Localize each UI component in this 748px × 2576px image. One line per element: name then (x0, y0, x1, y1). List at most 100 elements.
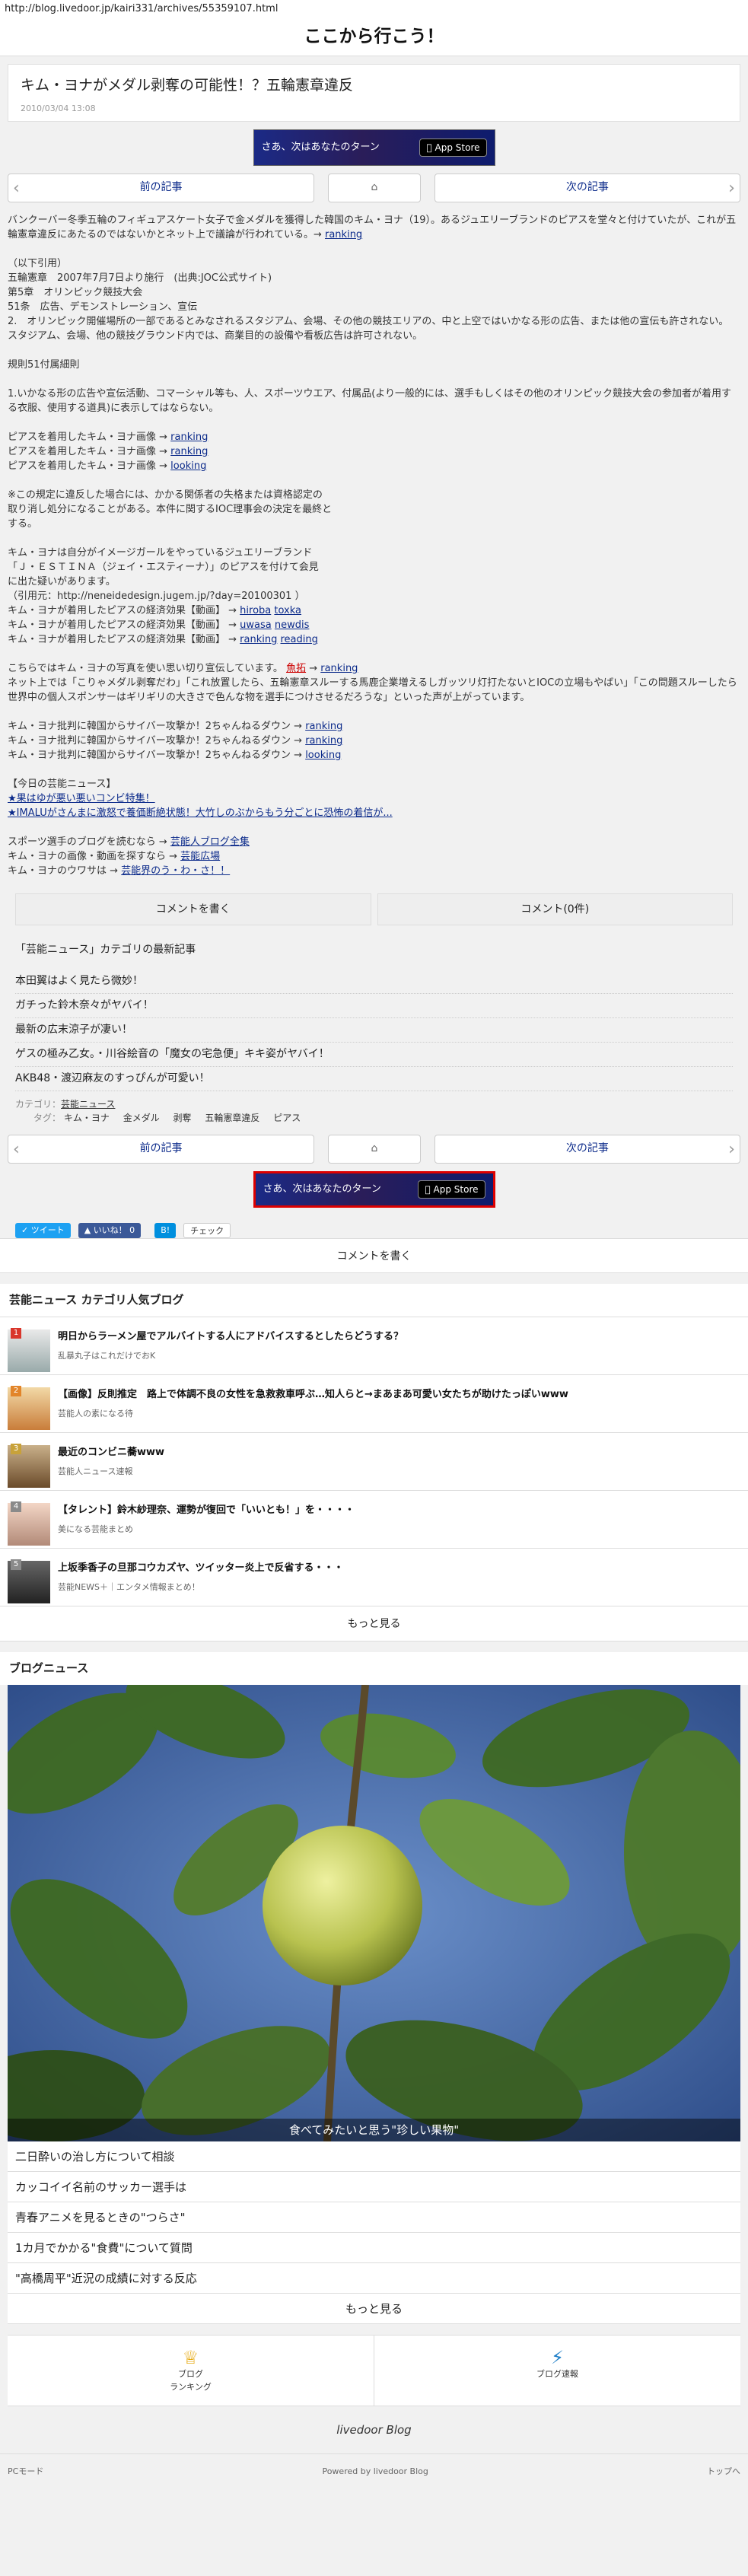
effect-link-3b[interactable]: reading (281, 634, 318, 645)
comment-count-button[interactable]: コメント(0件) (377, 893, 733, 925)
next-article-button[interactable]: 次の記事 › (434, 1134, 740, 1164)
list-item[interactable]: 二日酔いの治し方について相談 (8, 2141, 740, 2173)
site-title[interactable]: ここから行こう！ (0, 17, 748, 56)
fruit-photo (8, 1685, 740, 2142)
chevron-right-icon: › (728, 179, 735, 198)
hatena-button[interactable]: B! (154, 1222, 177, 1238)
gyotaku-link[interactable]: 魚拓 (286, 663, 306, 674)
news-photo[interactable]: 食べてみたいと思う"珍しい果物" (8, 1685, 740, 2142)
lightning-icon: ⚡ (551, 2347, 564, 2369)
today-news-link-2[interactable]: ★IMALUがさんまに激怒で養価断絶状態！大竹しのぶからもう分ごとに恐怖の着信が… (8, 807, 393, 819)
blognews-more-button[interactable]: もっと見る (8, 2294, 740, 2325)
list-item[interactable]: 3 最近のコンビニ蕎www 芸能人ニュース速報 (0, 1433, 748, 1492)
list-item[interactable]: 青春アニメを見るときの"つらさ" (8, 2202, 740, 2234)
tag[interactable]: 金メダル (123, 1113, 160, 1123)
effect-link-2a[interactable]: uwasa (240, 619, 272, 631)
list-item[interactable]: AKB48・渡辺麻友のすっぴんが可愛い！ (15, 1067, 733, 1091)
more-link-2[interactable]: 芸能広場 (180, 851, 220, 862)
today-news-link-1[interactable]: ★果はゆが悪い悪いコンビ特集！ (8, 793, 155, 804)
mixi-check-button[interactable]: チェック (183, 1222, 231, 1238)
blognews-heading: ブログニュース (0, 1652, 748, 1686)
cyber-link-3[interactable]: looking (305, 750, 341, 761)
article-body: バンクーバー冬季五輪のフィギュアスケート女子で金メダルを獲得した韓国のキム・ヨナ… (0, 205, 748, 878)
app-banner[interactable]: さあ、次はあなたのターン  App Store (253, 129, 495, 166)
list-item[interactable]: 1 明日からラーメン屋でアルバイトする人にアドバイスするとしたらどうする？ 乱暴丸子… (0, 1317, 748, 1376)
category-meta: カテゴリ：芸能ニュース タグ： キム・ヨナ 金メダル 剥奪 五輪憲章違反 ピアス (15, 1098, 301, 1124)
home-icon: ⌂ (371, 1142, 378, 1155)
list-item[interactable]: 最新の広末涼子が凄い！ (15, 1018, 733, 1043)
tweet-button[interactable]: ✓ ツイート (15, 1222, 71, 1238)
pierce-link-2[interactable]: ranking (170, 446, 208, 457)
address-bar[interactable]: http://blog.livedoor.jp/kairi331/archive… (0, 0, 748, 17)
tag[interactable]: キム・ヨナ (64, 1113, 110, 1123)
comment-buttons: コメントを書く コメント(0件) (0, 893, 748, 925)
photo-caption: 食べてみたいと思う"珍しい果物" (8, 2119, 740, 2142)
ranking-link[interactable]: ranking (325, 229, 362, 240)
effect-link-2b[interactable]: newdis (275, 619, 310, 631)
apple-icon:  (425, 1184, 430, 1195)
list-item[interactable]: 1カ月でかかる"食費"について質問 (8, 2233, 740, 2264)
app-store-badge[interactable]:  App Store (419, 138, 487, 158)
more-link-3[interactable]: 芸能界のう・わ・さ！！ (121, 865, 230, 877)
category-link[interactable]: 芸能ニュース (61, 1099, 115, 1110)
list-item[interactable]: カッコイイ名前のサッカー選手は (8, 2172, 740, 2203)
tag[interactable]: 五輪憲章違反 (205, 1113, 259, 1123)
list-item[interactable]: 2 【画像】反則推定 路上で体調不良の女性を急救救車呼ぶ…知人らと→まあまあ可愛い… (0, 1375, 748, 1434)
app-banner[interactable]: さあ、次はあなたのターン  App Store (253, 1170, 495, 1208)
facebook-like-button[interactable]: ▲ いいね！ 0 (78, 1222, 142, 1238)
blog-ranking-link[interactable]: ♕ ブログ ランキング (8, 2336, 374, 2406)
cyber-link-2[interactable]: ranking (305, 735, 342, 747)
prev-article-button[interactable]: ‹ 前の記事 (8, 174, 315, 202)
app-store-badge[interactable]:  App Store (418, 1180, 485, 1199)
today-news-title: 【今日の芸能ニュース】 (8, 779, 116, 790)
prev-article-button[interactable]: ‹ 前の記事 (8, 1134, 315, 1164)
back-to-top-link[interactable]: トップへ (707, 2465, 740, 2478)
tag[interactable]: 剥奪 (173, 1113, 192, 1123)
rule-title: 規則51付属細則 (8, 359, 80, 371)
list-item[interactable]: ゲスの極み乙女。・川谷絵音の「魔女の宅急便」キキ姿がヤバイ！ (15, 1043, 733, 1067)
twitter-icon: ✓ (21, 1224, 29, 1235)
pierce-link-1[interactable]: ranking (170, 431, 208, 443)
home-button[interactable]: ⌂ (328, 174, 421, 202)
article-header: キム・ヨナがメダル剥奪の可能性！？五輪憲章違反 2010/03/04 13:08 (8, 64, 740, 122)
list-item[interactable]: ガチった鈴木奈々がヤバイ！ (15, 994, 733, 1018)
home-button[interactable]: ⌂ (328, 1134, 421, 1164)
crown-icon: ♕ (182, 2347, 199, 2369)
thumbs-up-icon: ▲ (84, 1224, 91, 1235)
list-item[interactable]: 本田翼はよく見たら微妙！ (15, 970, 733, 994)
chevron-left-icon: ‹ (13, 179, 20, 198)
next-article-button[interactable]: 次の記事 › (434, 174, 740, 202)
pierce-link-3[interactable]: looking (170, 460, 206, 472)
write-comment-button[interactable]: コメントを書く (15, 893, 371, 925)
bottom-links: ♕ ブログ ランキング ⚡ ブログ速報 (8, 2335, 740, 2407)
banner-ad-top[interactable]: さあ、次はあなたのターン  App Store (0, 122, 748, 174)
pc-mode-link[interactable]: PCモード (8, 2465, 43, 2478)
apple-icon:  (426, 142, 431, 153)
cyber-link-1[interactable]: ranking (305, 721, 342, 732)
article-nav-top: ‹ 前の記事 ⌂ 次の記事 › (0, 174, 748, 205)
effect-link-1b[interactable]: toxka (274, 605, 301, 616)
list-item[interactable]: 5 上坂季香子の旦那コウカズヤ、ツイッター炎上で反省する・・・ 芸能NEWS＋｜エン… (0, 1549, 748, 1607)
article-nav-bottom: ‹ 前の記事 ⌂ 次の記事 › (0, 1134, 748, 1167)
effect-link-3a[interactable]: ranking (240, 634, 277, 645)
banner-ad-bottom[interactable]: さあ、次はあなたのターン  App Store (0, 1167, 748, 1212)
blog-speed-link[interactable]: ⚡ ブログ速報 (374, 2336, 740, 2406)
more-link-1[interactable]: 芸能人ブログ全集 (170, 836, 250, 848)
photo-ranking-link[interactable]: ranking (320, 663, 358, 674)
powered-by: Powered by livedoor Blog (322, 2466, 428, 2477)
footer: PCモード Powered by livedoor Blog トップへ (0, 2453, 748, 2488)
share-buttons: ✓ ツイート ▲ いいね！ 0 B! チェック (0, 1212, 748, 1238)
effect-link-1a[interactable]: hiroba (240, 605, 271, 616)
list-item[interactable]: "高橋周平"近況の成績に対する反応 (8, 2263, 740, 2294)
write-comment-button-2[interactable]: コメントを書く (0, 1237, 748, 1273)
popular-more-button[interactable]: もっと見る (0, 1606, 748, 1642)
list-item[interactable]: 4 【タレント】鈴木紗理奈、運勢が復回で「いいとも！」を・・・・ 美になる芸能まとめ (0, 1491, 748, 1549)
livedoor-logo[interactable]: livedoor Blog (0, 2406, 748, 2453)
tag[interactable]: ピアス (273, 1113, 301, 1123)
popular-blogs: 芸能ニュース カテゴリ人気ブログ 1 明日からラーメン屋でアルバイトする人にアドバ… (0, 1283, 748, 1642)
home-icon: ⌂ (371, 181, 378, 194)
chevron-left-icon: ‹ (13, 1139, 20, 1159)
category-heading: 「芸能ニュース」カテゴリの最新記事 (15, 944, 196, 956)
chevron-right-icon: › (728, 1139, 735, 1159)
rule-text: 1.いかなる形の広告や宣伝活動、コマーシャル等も、人、スポーツウエア、付属品(よ… (8, 388, 732, 414)
